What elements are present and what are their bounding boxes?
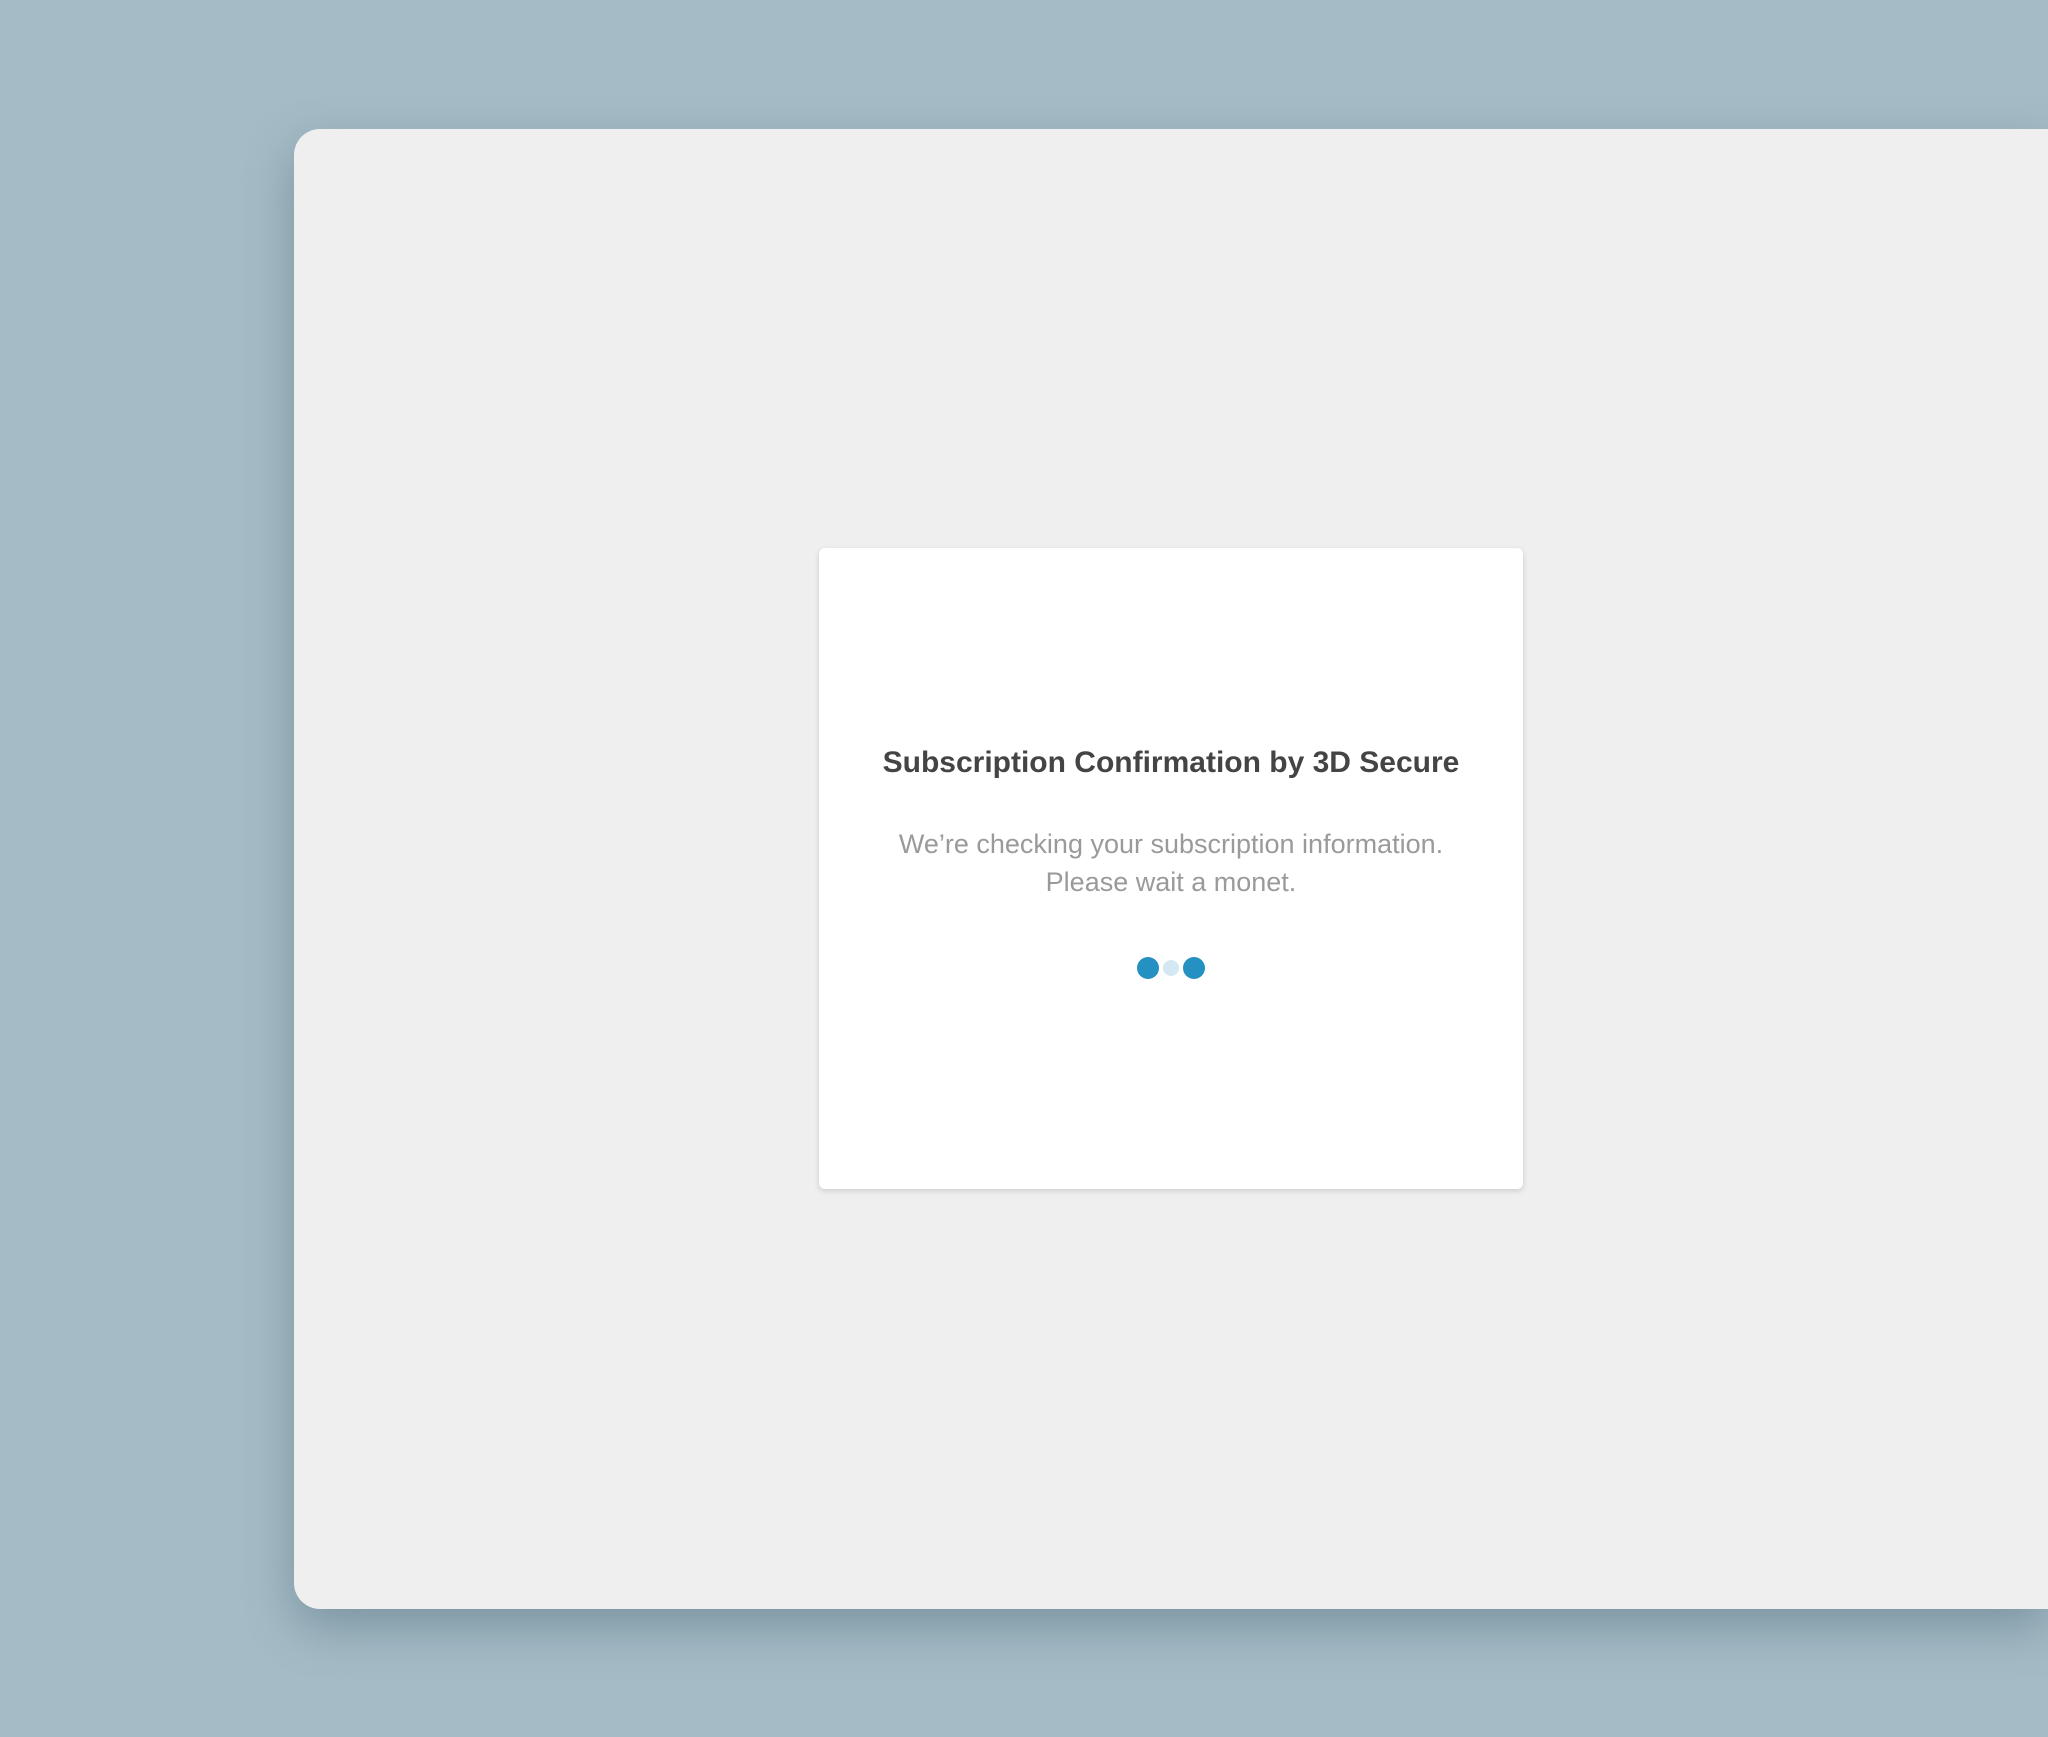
loading-dots-icon	[819, 956, 1523, 980]
confirmation-dialog: Subscription Confirmation by 3D Secure W…	[819, 548, 1523, 1189]
loading-dot-3	[1183, 957, 1205, 979]
dialog-title: Subscription Confirmation by 3D Secure	[882, 746, 1460, 779]
app-window: Subscription Confirmation by 3D Secure W…	[294, 129, 2048, 1609]
dialog-message-line-2: Please wait a monet.	[1045, 867, 1297, 897]
dialog-message: We’re checking your subscription informa…	[859, 825, 1483, 901]
loading-dot-1	[1137, 957, 1159, 979]
dialog-message-line-1: We’re checking your subscription informa…	[898, 829, 1444, 859]
loading-dot-2	[1163, 960, 1179, 976]
